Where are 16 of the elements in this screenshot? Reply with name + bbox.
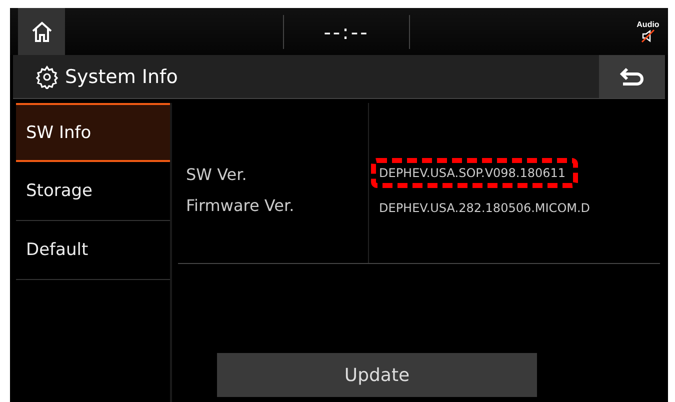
sidebar-item[interactable]: SW Info — [16, 103, 170, 162]
info-value: DEPHEV.USA.282.180506.MICOM.D — [378, 200, 592, 217]
back-button[interactable] — [599, 55, 665, 98]
audio-label: Audio — [636, 20, 660, 29]
page-title: System Info — [65, 66, 178, 88]
clock-text: --:-- — [282, 14, 410, 48]
sidebar-item[interactable]: Storage — [16, 162, 170, 221]
settings-icon — [35, 64, 59, 88]
home-icon — [30, 20, 54, 44]
home-button[interactable] — [18, 8, 65, 55]
back-icon — [619, 66, 645, 86]
update-button[interactable]: Update — [217, 353, 537, 397]
highlighted-value: DEPHEV.USA.SOP.V098.180611 — [373, 160, 576, 186]
info-label: Firmware Ver. — [186, 196, 296, 215]
sidebar-item[interactable]: Default — [16, 221, 170, 280]
info-label: SW Ver. — [186, 165, 248, 184]
